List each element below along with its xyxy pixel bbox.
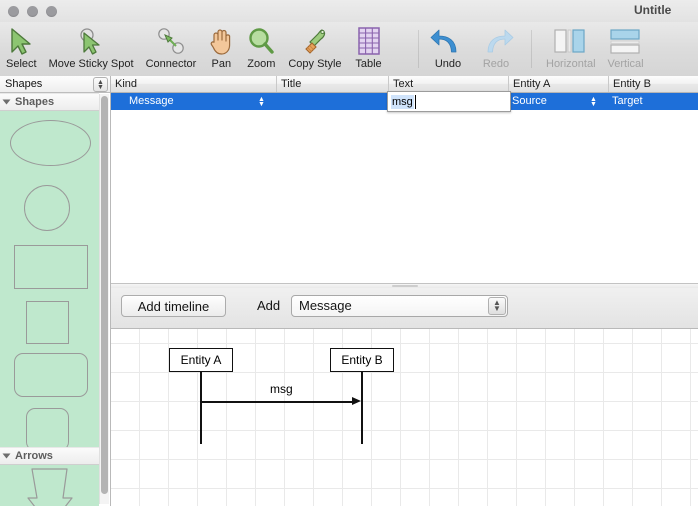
- undo-arrow-icon: [430, 25, 466, 57]
- lifeline-b[interactable]: [361, 372, 363, 444]
- tool-connector[interactable]: Connector: [140, 22, 203, 76]
- sidebar-group-arrows-label: Arrows: [15, 450, 53, 462]
- tool-select-label: Select: [6, 58, 37, 70]
- add-kind-combobox[interactable]: Message ▲ ▼: [291, 295, 508, 317]
- chevron-updown-icon: ▲ ▼: [93, 77, 108, 92]
- cell-entity-b[interactable]: Target: [608, 93, 694, 110]
- toolbar-layout-group: Horizontal Vertical: [540, 22, 650, 76]
- arrow-cursor-icon: [7, 25, 35, 57]
- paintbrush-icon: [300, 25, 330, 57]
- message-arrow-line[interactable]: [200, 401, 353, 403]
- tool-copy-style-label: Copy Style: [288, 58, 342, 70]
- toolbar-tools-group: Select Move Sticky Spot Connector Pan Zo…: [0, 22, 390, 76]
- cell-entity-a[interactable]: Source: [508, 93, 588, 110]
- add-kind-value: Message: [299, 298, 352, 313]
- minimize-button[interactable]: [27, 6, 38, 17]
- shape-rounded-square[interactable]: [26, 408, 69, 447]
- sidebar-scrollbar[interactable]: [99, 94, 109, 504]
- lifeline-a[interactable]: [200, 372, 202, 444]
- application-window: Untitle Select Move Sticky Spot Connecto…: [0, 0, 698, 506]
- tool-undo-label: Undo: [434, 58, 462, 70]
- hand-icon: [208, 25, 234, 57]
- elements-table: Kind Title Text Entity A Entity B Messag…: [111, 76, 698, 283]
- tool-move-sticky-spot[interactable]: Move Sticky Spot: [43, 22, 140, 76]
- text-edit-field[interactable]: msg: [387, 91, 511, 112]
- diagram-canvas[interactable]: Entity A Entity B msg: [111, 329, 698, 506]
- magnifier-icon: [246, 25, 276, 57]
- down-arrow-icon[interactable]: [0, 468, 99, 506]
- column-header-text[interactable]: Text: [388, 76, 508, 92]
- cell-kind[interactable]: Message: [125, 93, 265, 110]
- connector-icon: [156, 25, 186, 57]
- kind-stepper-icon[interactable]: ▲ ▼: [257, 96, 266, 108]
- toolbar-separator: [418, 30, 419, 68]
- tool-pan[interactable]: Pan: [202, 22, 240, 76]
- sticky-spot-icon: [76, 25, 106, 57]
- toolbar: Select Move Sticky Spot Connector Pan Zo…: [0, 22, 698, 77]
- tool-horizontal-label: Horizontal: [546, 58, 596, 70]
- add-timeline-button[interactable]: Add timeline: [121, 295, 226, 317]
- disclosure-triangle-icon: [2, 99, 11, 105]
- entity-box-b[interactable]: Entity B: [330, 348, 394, 372]
- sidebar-group-shapes-label: Shapes: [15, 96, 55, 108]
- tool-select[interactable]: Select: [0, 22, 43, 76]
- entity-a-stepper-icon[interactable]: ▲ ▼: [589, 96, 598, 108]
- shapes-palette[interactable]: [0, 111, 99, 447]
- column-header-kind[interactable]: Kind: [111, 76, 276, 92]
- tool-move-sticky-spot-label: Move Sticky Spot: [48, 58, 134, 70]
- cell-title[interactable]: [276, 93, 386, 110]
- tool-redo-label: Redo: [482, 58, 510, 70]
- tool-vertical-label: Vertical: [607, 58, 644, 70]
- library-popup-button[interactable]: Shapes ▲ ▼: [0, 76, 110, 93]
- sidebar-scrollbar-thumb[interactable]: [101, 96, 108, 494]
- close-button[interactable]: [8, 6, 19, 17]
- library-popup-value: Shapes: [5, 78, 43, 90]
- tool-connector-label: Connector: [145, 58, 197, 70]
- tool-zoom-label: Zoom: [247, 58, 276, 70]
- column-header-entity-a[interactable]: Entity A: [508, 76, 608, 92]
- message-arrow-head: [352, 397, 361, 405]
- tool-table[interactable]: Table: [348, 22, 390, 76]
- shape-square[interactable]: [26, 301, 69, 344]
- shape-rectangle[interactable]: [14, 245, 88, 289]
- text-caret: [415, 95, 416, 109]
- tool-vertical-split[interactable]: Vertical: [602, 22, 650, 76]
- arrows-palette[interactable]: [0, 465, 99, 506]
- sidebar-group-shapes[interactable]: Shapes: [0, 93, 99, 111]
- redo-arrow-icon: [478, 25, 514, 57]
- toolbar-history-group: Undo Redo: [424, 22, 520, 76]
- add-toolbar: Add timeline Add Message ▲ ▼: [111, 288, 698, 329]
- split-vertical-icon: [608, 25, 644, 57]
- shape-rounded-rectangle[interactable]: [14, 353, 88, 397]
- zoom-button[interactable]: [46, 6, 57, 17]
- tool-undo[interactable]: Undo: [424, 22, 472, 76]
- tool-copy-style[interactable]: Copy Style: [282, 22, 347, 76]
- disclosure-triangle-icon-arrows: [2, 453, 11, 459]
- shape-ellipse-wide[interactable]: [10, 120, 91, 166]
- shape-circle[interactable]: [24, 185, 70, 231]
- window-controls: [8, 6, 57, 17]
- split-horizontal-icon: [553, 25, 589, 57]
- column-header-entity-b[interactable]: Entity B: [608, 76, 698, 92]
- tool-table-label: Table: [355, 58, 382, 70]
- column-header-title[interactable]: Title: [276, 76, 388, 92]
- add-label: Add: [257, 298, 281, 313]
- text-edit-value: msg: [391, 95, 414, 109]
- tool-horizontal-split[interactable]: Horizontal: [540, 22, 602, 76]
- entity-box-a[interactable]: Entity A: [169, 348, 233, 372]
- message-label[interactable]: msg: [270, 382, 293, 396]
- splitter-grip: [391, 285, 418, 287]
- table-grid-icon: [354, 25, 384, 57]
- tool-pan-label: Pan: [211, 58, 232, 70]
- toolbar-separator-2: [531, 30, 532, 68]
- sidebar-group-arrows[interactable]: Arrows: [0, 447, 99, 465]
- title-bar: Untitle: [0, 0, 698, 23]
- tool-redo[interactable]: Redo: [472, 22, 520, 76]
- shapes-sidebar: Shapes ▲ ▼ Shapes Arrows: [0, 76, 111, 506]
- tool-zoom[interactable]: Zoom: [240, 22, 282, 76]
- window-title: Untitle: [634, 3, 672, 17]
- chevron-updown-icon-add[interactable]: ▲ ▼: [488, 297, 506, 315]
